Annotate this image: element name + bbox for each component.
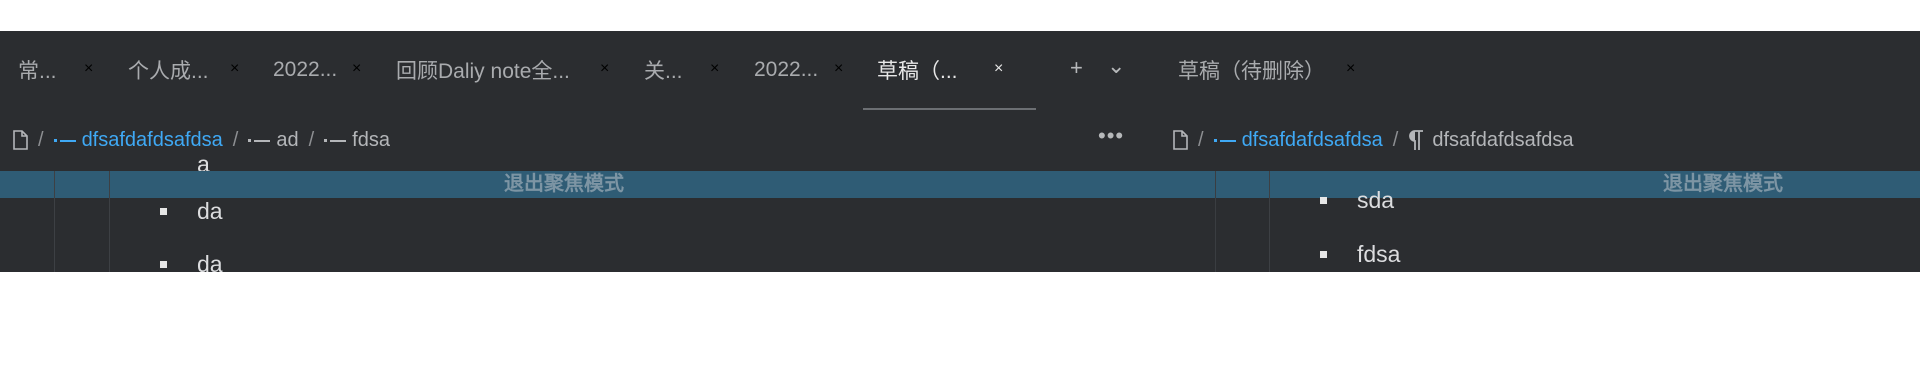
breadcrumb-separator: / xyxy=(232,128,239,151)
bullet-line-icon xyxy=(248,135,271,145)
indent-guide xyxy=(54,171,55,272)
list-item-text: fdsa xyxy=(1357,241,1401,267)
tab-1-close-icon[interactable]: × xyxy=(84,60,93,78)
list-item-text: da xyxy=(197,198,223,224)
right-tab-bar: 草稿（待删除） × xyxy=(1160,31,1920,109)
list-item[interactable]: fdsa xyxy=(1320,241,1400,268)
right-tab-1-close-icon[interactable]: × xyxy=(1346,60,1355,78)
list-item-text: sda xyxy=(1357,187,1395,213)
tab-label: 2022... xyxy=(273,58,338,81)
list-item[interactable]: da xyxy=(160,251,223,272)
bullet-line-icon xyxy=(324,135,347,145)
file-icon[interactable] xyxy=(12,130,28,150)
breadcrumb-separator: / xyxy=(1392,128,1399,151)
file-icon[interactable] xyxy=(1172,130,1188,150)
tab-2[interactable]: 个人成... xyxy=(128,31,209,109)
breadcrumb-item[interactable]: fdsa xyxy=(324,129,390,152)
left-editor-content[interactable]: da da xyxy=(0,171,1215,272)
tab-4[interactable]: 回顾Daliy note全... xyxy=(396,31,570,109)
breadcrumb-item[interactable]: ad xyxy=(248,128,299,152)
breadcrumb-label: dfsafdafdsafdsa xyxy=(1432,128,1574,151)
breadcrumb-label: dfsafdafdsafdsa xyxy=(1241,128,1383,151)
breadcrumb-separator: / xyxy=(1198,128,1204,151)
bullet-icon xyxy=(160,208,167,215)
indent-guide xyxy=(109,171,110,272)
paragraph-icon xyxy=(1408,129,1424,151)
breadcrumb-item-link[interactable]: dfsafdafdsafdsa xyxy=(53,128,223,152)
tab-label: 个人成... xyxy=(128,60,209,83)
bullet-icon xyxy=(160,261,167,268)
right-tab-1[interactable]: 草稿（待删除） xyxy=(1178,31,1325,109)
bullet-line-icon xyxy=(1213,135,1236,145)
editor-window: 常... × 个人成... × 2022... × 回顾Daliy note全.… xyxy=(0,31,1920,272)
tab-3[interactable]: 2022... xyxy=(273,31,337,109)
tab-4-close-icon[interactable]: × xyxy=(600,60,609,78)
clipped-line-text: a xyxy=(197,158,210,171)
tab-7-close-icon[interactable]: × xyxy=(994,60,1003,78)
tab-6[interactable]: 2022... xyxy=(754,31,818,109)
tab-5[interactable]: 关... xyxy=(644,31,683,109)
right-breadcrumb: / dfsafdafdsafdsa / dfsafdafdsafdsa xyxy=(1172,109,1574,171)
tab-label: 草稿（... xyxy=(877,60,958,83)
breadcrumb-label: dfsafdafdsafdsa xyxy=(81,128,223,151)
tab-label: 草稿（待删除） xyxy=(1178,60,1325,83)
tab-3-close-icon[interactable]: × xyxy=(352,60,361,78)
breadcrumb-item-link[interactable]: dfsafdafdsafdsa xyxy=(1213,128,1383,152)
tab-6-close-icon[interactable]: × xyxy=(834,60,843,78)
breadcrumb-item[interactable]: dfsafdafdsafdsa xyxy=(1408,128,1574,152)
list-item-text: da xyxy=(197,251,223,272)
breadcrumb-label: fdsa xyxy=(352,128,390,151)
more-options-icon[interactable]: ••• xyxy=(1098,123,1124,149)
list-item[interactable]: sda xyxy=(1320,187,1394,214)
breadcrumb-label: ad xyxy=(276,128,299,151)
tab-label: 常... xyxy=(18,60,57,83)
tab-1[interactable]: 常... xyxy=(18,31,57,109)
left-tab-bar: 常... × 个人成... × 2022... × 回顾Daliy note全.… xyxy=(0,31,1160,110)
tab-label: 回顾Daliy note全... xyxy=(396,60,570,83)
breadcrumb-separator: / xyxy=(308,128,315,151)
tab-label: 2022... xyxy=(754,58,819,81)
tab-label: 关... xyxy=(644,60,683,83)
list-item[interactable]: da xyxy=(160,198,223,225)
tab-5-close-icon[interactable]: × xyxy=(710,60,719,78)
bullet-icon xyxy=(1320,197,1327,204)
chevron-down-icon[interactable]: ⌄ xyxy=(1107,53,1125,79)
indent-guide xyxy=(1269,171,1270,272)
bullet-icon xyxy=(1320,251,1327,258)
breadcrumb-separator: / xyxy=(38,128,44,151)
bullet-line-icon xyxy=(53,135,76,145)
tab-2-close-icon[interactable]: × xyxy=(230,60,239,78)
right-editor-content[interactable]: sda fdsa xyxy=(1215,171,1920,272)
new-tab-icon[interactable]: + xyxy=(1070,55,1083,81)
